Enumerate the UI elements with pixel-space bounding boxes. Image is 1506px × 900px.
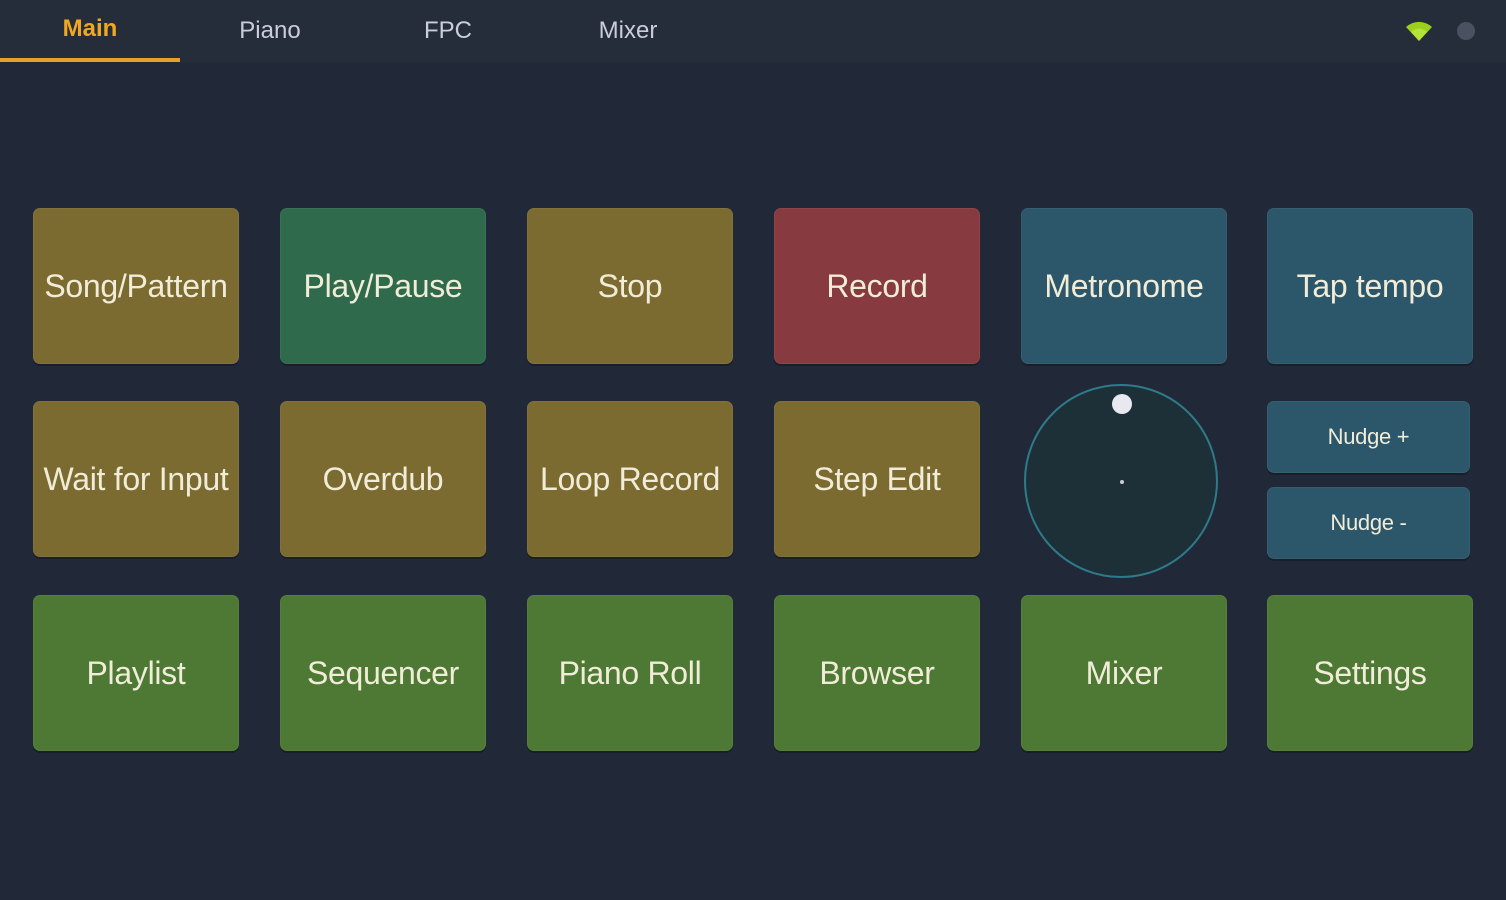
mixer-button[interactable]: Mixer	[1021, 595, 1227, 751]
tab-piano[interactable]: Piano	[180, 0, 360, 62]
app-root: Main Piano FPC Mixer Song/Pattern Play/P…	[0, 0, 1506, 900]
wait-for-input-button[interactable]: Wait for Input	[33, 401, 239, 557]
browser-button[interactable]: Browser	[774, 595, 980, 751]
metronome-button[interactable]: Metronome	[1021, 208, 1227, 364]
nudge-plus-button[interactable]: Nudge +	[1267, 401, 1470, 473]
tap-tempo-button[interactable]: Tap tempo	[1267, 208, 1473, 364]
jog-wheel-center-dot	[1120, 480, 1124, 484]
tab-bar: Main Piano FPC Mixer	[0, 0, 1506, 62]
playlist-button[interactable]: Playlist	[33, 595, 239, 751]
jog-wheel-handle[interactable]	[1112, 394, 1132, 414]
tab-fpc[interactable]: FPC	[358, 0, 538, 62]
jog-wheel[interactable]	[1024, 384, 1218, 578]
connection-dot-icon	[1452, 14, 1480, 48]
piano-roll-button[interactable]: Piano Roll	[527, 595, 733, 751]
wifi-icon	[1404, 14, 1440, 48]
tab-mixer[interactable]: Mixer	[538, 0, 718, 62]
loop-record-button[interactable]: Loop Record	[527, 401, 733, 557]
overdub-button[interactable]: Overdub	[280, 401, 486, 557]
settings-button[interactable]: Settings	[1267, 595, 1473, 751]
step-edit-button[interactable]: Step Edit	[774, 401, 980, 557]
stop-button[interactable]: Stop	[527, 208, 733, 364]
song-pattern-button[interactable]: Song/Pattern	[33, 208, 239, 364]
sequencer-button[interactable]: Sequencer	[280, 595, 486, 751]
nudge-minus-button[interactable]: Nudge -	[1267, 487, 1470, 559]
tab-main[interactable]: Main	[0, 0, 180, 62]
play-pause-button[interactable]: Play/Pause	[280, 208, 486, 364]
record-button[interactable]: Record	[774, 208, 980, 364]
